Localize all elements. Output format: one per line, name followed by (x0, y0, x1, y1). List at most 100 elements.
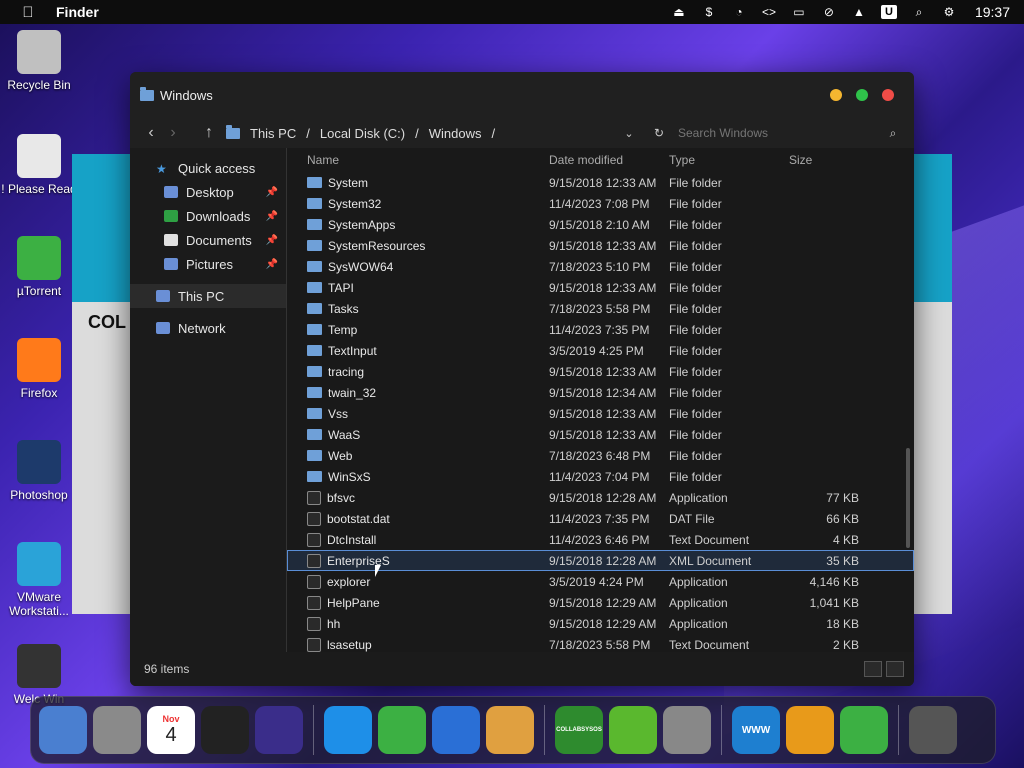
file-row[interactable]: System 9/15/2018 12:33 AM File folder (287, 172, 914, 193)
details-view-button[interactable] (864, 661, 882, 677)
file-row[interactable]: tracing 9/15/2018 12:33 AM File folder (287, 361, 914, 382)
title-bar[interactable]: Windows (130, 72, 914, 118)
clock-app-icon[interactable] (201, 706, 249, 754)
minimize-button[interactable] (830, 89, 842, 101)
mute-icon[interactable]: ⊘ (821, 5, 837, 19)
forward-button[interactable]: › (162, 124, 184, 142)
pin-icon[interactable]: 📌 (266, 187, 278, 198)
close-button[interactable] (882, 89, 894, 101)
u-icon[interactable]: U (880, 5, 897, 19)
up-button[interactable]: ↑ (198, 124, 220, 142)
column-header-date[interactable]: Date modified (549, 153, 669, 167)
upload-icon[interactable]: ▲ (851, 5, 867, 19)
file-row[interactable]: Web 7/18/2023 6:48 PM File folder (287, 445, 914, 466)
file-row[interactable]: SystemApps 9/15/2018 2:10 AM File folder (287, 214, 914, 235)
history-dropdown-icon[interactable]: ⌄ (618, 127, 640, 140)
calendar-icon[interactable]: Nov 4 (147, 706, 195, 754)
link-icon[interactable] (609, 706, 657, 754)
finder-icon[interactable] (39, 706, 87, 754)
file-name: TAPI (328, 280, 354, 295)
file-name-cell: HelpPane (287, 595, 549, 610)
location-folder-icon (226, 124, 240, 139)
trash-dock-icon[interactable] (909, 706, 957, 754)
file-row[interactable]: bfsvc 9/15/2018 12:28 AM Application 77 KB (287, 487, 914, 508)
search-input[interactable] (678, 122, 874, 144)
column-header-name[interactable]: Name (287, 153, 549, 167)
file-type: File folder (669, 280, 722, 295)
tools-icon[interactable] (663, 706, 711, 754)
desktop-icon-item[interactable]: VMware Workstati... (0, 542, 78, 618)
pin-icon[interactable]: 📌 (266, 259, 278, 270)
siri-icon[interactable] (255, 706, 303, 754)
file-row[interactable]: HelpPane 9/15/2018 12:29 AM Application 1,0… (287, 592, 914, 613)
nav-item-label: Desktop (186, 184, 234, 200)
desktop-icon-item[interactable]: Firefox (0, 338, 78, 400)
people-icon[interactable] (840, 706, 888, 754)
nav-item[interactable]: Pictures 📌 (130, 252, 286, 276)
mouse-cursor (375, 565, 387, 577)
maximize-button[interactable] (856, 89, 868, 101)
clock[interactable]: 19:37 (975, 4, 1010, 20)
breadcrumb-item[interactable]: Local Disk (C:) (320, 126, 405, 141)
file-row[interactable]: DtcInstall 11/4/2023 6:46 PM Text Document… (287, 529, 914, 550)
launchpad-icon[interactable] (93, 706, 141, 754)
eject-icon[interactable]: ⏏ (671, 5, 687, 19)
refresh-icon[interactable]: ↻ (648, 126, 670, 140)
desktop-icon-item[interactable]: Photoshop (0, 440, 78, 502)
column-header-size[interactable]: Size (789, 153, 859, 167)
file-type: File folder (669, 259, 722, 274)
file-row[interactable]: WinSxS 11/4/2023 7:04 PM File folder (287, 466, 914, 487)
back-button[interactable]: ‹ (140, 124, 162, 142)
display-icon[interactable]: ▭ (791, 5, 807, 19)
nav-item[interactable]: Network (130, 316, 286, 340)
pin-icon[interactable]: 📌 (266, 211, 278, 222)
column-header-type[interactable]: Type (669, 153, 789, 167)
nav-item[interactable]: Documents 📌 (130, 228, 286, 252)
search-icon[interactable]: ⌕ (911, 5, 927, 19)
desktop-icon-item[interactable]: ! Please Read (0, 134, 78, 196)
file-date: 9/15/2018 12:33 AM (549, 364, 657, 379)
file-name-cell: SystemApps (287, 218, 549, 232)
apple-menu-icon[interactable]:  (0, 4, 56, 21)
file-row[interactable]: twain_32 9/15/2018 12:34 AM File folder (287, 382, 914, 403)
breadcrumb-item[interactable]: Windows (429, 126, 482, 141)
dock-icon-label: COLLABSYSOS (556, 727, 602, 733)
file-row[interactable]: Vss 9/15/2018 12:33 AM File folder (287, 403, 914, 424)
nav-item[interactable]: Downloads 📌 (130, 204, 286, 228)
search-icon[interactable]: ⌕ (882, 126, 904, 141)
nav-item[interactable]: ★ Quick access (130, 156, 286, 180)
scrollbar[interactable] (906, 448, 910, 548)
file-row[interactable]: WaaS 9/15/2018 12:33 AM File folder (287, 424, 914, 445)
photos-icon[interactable] (486, 706, 534, 754)
file-row[interactable]: hh 9/15/2018 12:29 AM Application 18 KB (287, 613, 914, 634)
dollar-icon[interactable]: $ (701, 5, 717, 19)
file-row[interactable]: bootstat.dat 11/4/2023 7:35 PM DAT File 66 … (287, 508, 914, 529)
app-name[interactable]: Finder (56, 4, 99, 20)
address-bar: ‹ › ↑ This PC / Local Disk (C:) / Windows / ⌄… (130, 118, 914, 148)
code-icon[interactable]: <> (761, 5, 777, 19)
file-row[interactable]: SystemResources 9/15/2018 12:33 AM File fo… (287, 235, 914, 256)
download-dock-icon[interactable] (786, 706, 834, 754)
desktop-icon-item[interactable]: µTorrent (0, 236, 78, 298)
desktop-icon-item[interactable]: Recycle Bin (0, 30, 78, 92)
nav-item-label: Documents (186, 232, 252, 248)
utorrent-dock-icon[interactable] (378, 706, 426, 754)
file-row[interactable]: Tasks 7/18/2023 5:58 PM File folder (287, 298, 914, 319)
file-row[interactable]: System32 11/4/2023 7:08 PM File folder (287, 193, 914, 214)
file-name-cell: WinSxS (287, 470, 549, 484)
control-center-icon[interactable]: ⚙ (941, 5, 957, 19)
safari-icon[interactable] (324, 706, 372, 754)
pin-icon[interactable]: 📌 (266, 235, 278, 246)
nav-item[interactable]: Desktop 📌 (130, 180, 286, 204)
file-row[interactable]: SysWOW64 7/18/2023 5:10 PM File folder (287, 256, 914, 277)
clock-icon[interactable]: ◔ (731, 5, 747, 19)
collabsysos-icon[interactable]: COLLABSYSOS (555, 706, 603, 754)
windows-icon[interactable] (432, 706, 480, 754)
file-row[interactable]: TextInput 3/5/2019 4:25 PM File folder (287, 340, 914, 361)
large-icons-view-button[interactable] (886, 661, 904, 677)
nav-item[interactable]: This PC (130, 284, 286, 308)
www-icon[interactable]: WWW (732, 706, 780, 754)
breadcrumb-item[interactable]: This PC (250, 126, 296, 141)
file-row[interactable]: TAPI 9/15/2018 12:33 AM File folder (287, 277, 914, 298)
file-row[interactable]: Temp 11/4/2023 7:35 PM File folder (287, 319, 914, 340)
